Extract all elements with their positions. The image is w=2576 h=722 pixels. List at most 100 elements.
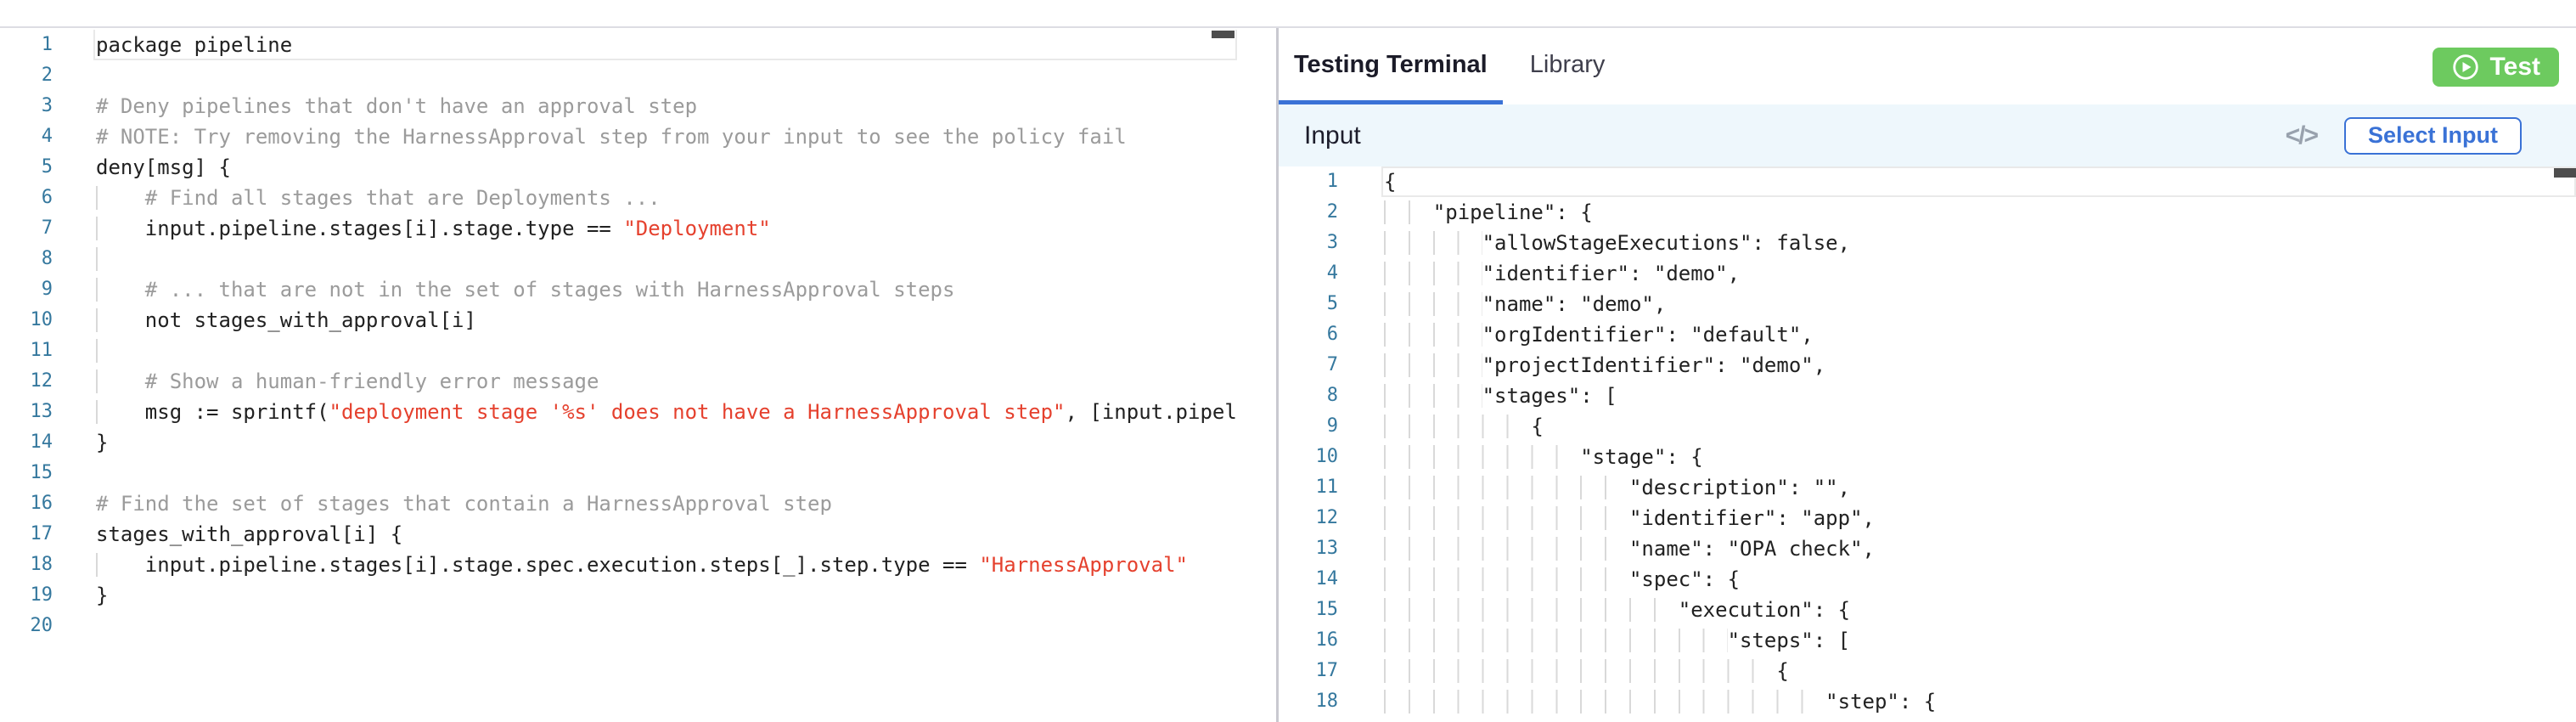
code-line[interactable]: 17 { — [1279, 656, 2576, 686]
token-code: } — [96, 584, 108, 607]
line-number: 11 — [0, 336, 53, 366]
token-comment: # ... that are not in the set of stages … — [145, 278, 955, 302]
line-number: 10 — [0, 305, 53, 336]
code-line[interactable]: 18 input.pipeline.stages[i].stage.spec.e… — [0, 550, 1237, 580]
code-line[interactable]: 9 # ... that are not in the set of stage… — [0, 274, 1237, 305]
code-line[interactable]: 16 "steps": [ — [1279, 625, 2576, 656]
code-text: "pipeline": { — [1338, 197, 2576, 228]
line-number: 1 — [0, 30, 53, 60]
code-line[interactable]: 13 msg := sprintf("deployment stage '%s'… — [0, 397, 1237, 427]
token-code: { — [1531, 415, 1543, 438]
select-input-button[interactable]: Select Input — [2344, 117, 2522, 155]
code-line[interactable]: 12 "identifier": "app", — [1279, 503, 2576, 533]
code-line[interactable]: 15 — [0, 458, 1237, 488]
code-line[interactable]: 14} — [0, 427, 1237, 458]
line-number: 16 — [1279, 625, 1338, 656]
overview-cursor-marker — [2554, 168, 2576, 178]
code-line[interactable]: 13 "name": "OPA check", — [1279, 533, 2576, 564]
code-line[interactable]: 19} — [0, 580, 1237, 611]
code-icon[interactable]: </> — [2286, 121, 2317, 150]
indent-guides — [1384, 200, 1433, 224]
code-line[interactable]: 5 "name": "demo", — [1279, 289, 2576, 319]
indent-guides — [1384, 384, 1482, 408]
code-text: "step": { — [1338, 686, 2576, 717]
code-text — [53, 336, 1237, 366]
code-line[interactable]: 17stages_with_approval[i] { — [0, 519, 1237, 550]
code-line[interactable]: 3 "allowStageExecutions": false, — [1279, 228, 2576, 258]
token-code: input.pipeline.stages[i].stage.spec.exec… — [145, 553, 980, 577]
code-line[interactable]: 4# NOTE: Try removing the HarnessApprova… — [0, 121, 1237, 152]
token-code: "orgIdentifier": "default", — [1482, 323, 1814, 347]
policy-editor-pane: 1package pipeline23# Deny pipelines that… — [0, 30, 1276, 722]
token-code: , [input.pipel — [1066, 400, 1237, 424]
indent-guides — [1384, 323, 1482, 347]
token-code: { — [1776, 659, 1788, 683]
indent-guides — [1384, 567, 1629, 591]
indent-guides — [1384, 353, 1482, 377]
code-line[interactable]: 14 "spec": { — [1279, 564, 2576, 595]
line-number: 9 — [0, 274, 53, 305]
code-text — [53, 611, 1237, 641]
token-code: "allowStageExecutions": false, — [1482, 231, 1850, 255]
line-number: 15 — [0, 458, 53, 488]
token-code: "steps": [ — [1728, 629, 1851, 652]
code-line[interactable]: 5deny[msg] { — [0, 152, 1237, 183]
indent-guides — [1384, 231, 1482, 255]
code-line[interactable]: 3# Deny pipelines that don't have an app… — [0, 91, 1237, 121]
code-line[interactable]: 1package pipeline — [0, 30, 1237, 60]
line-number: 12 — [0, 366, 53, 397]
line-number: 8 — [0, 244, 53, 274]
code-line[interactable]: 9 { — [1279, 411, 2576, 442]
line-number: 3 — [1279, 228, 1338, 258]
code-text: # Find the set of stages that contain a … — [53, 488, 1237, 519]
code-line[interactable]: 7 "projectIdentifier": "demo", — [1279, 350, 2576, 381]
code-text: { — [1338, 166, 2576, 197]
token-code: "stages": [ — [1482, 384, 1617, 408]
token-string: "HarnessApproval" — [979, 553, 1188, 577]
token-code: "name": "OPA check", — [1629, 537, 1875, 561]
line-number: 3 — [0, 91, 53, 121]
code-line[interactable]: 20 — [0, 611, 1237, 641]
indent-guides — [1384, 292, 1482, 316]
line-number: 16 — [0, 488, 53, 519]
code-line[interactable]: 4 "identifier": "demo", — [1279, 258, 2576, 289]
code-text: msg := sprintf("deployment stage '%s' do… — [53, 397, 1237, 427]
code-line[interactable]: 1{ — [1279, 166, 2576, 197]
code-line[interactable]: 18 "step": { — [1279, 686, 2576, 717]
indent-guides — [96, 369, 145, 393]
token-code: "stage": { — [1580, 445, 1703, 469]
code-line[interactable]: 8 — [0, 244, 1237, 274]
code-line[interactable]: 11 "description": "", — [1279, 472, 2576, 503]
code-line[interactable]: 7 input.pipeline.stages[i].stage.type ==… — [0, 213, 1237, 244]
code-text: # NOTE: Try removing the HarnessApproval… — [53, 121, 1237, 152]
line-number: 15 — [1279, 595, 1338, 625]
code-line[interactable]: 2 — [0, 60, 1237, 91]
line-number: 20 — [0, 611, 53, 641]
line-number: 8 — [1279, 381, 1338, 411]
line-number: 7 — [0, 213, 53, 244]
test-button[interactable]: Test — [2433, 48, 2559, 87]
code-line[interactable]: 8 "stages": [ — [1279, 381, 2576, 411]
tab-testing-terminal[interactable]: Testing Terminal — [1279, 30, 1503, 104]
token-code: "step": { — [1825, 690, 1936, 714]
code-line[interactable]: 12 # Show a human-friendly error message — [0, 366, 1237, 397]
code-line[interactable]: 10 not stages_with_approval[i] — [0, 305, 1237, 336]
code-text: "description": "", — [1338, 472, 2576, 503]
rego-policy-editor[interactable]: 1package pipeline23# Deny pipelines that… — [0, 30, 1237, 641]
policy-studio: 1package pipeline23# Deny pipelines that… — [0, 0, 2576, 722]
token-code: input.pipeline.stages[i].stage.type == — [145, 217, 624, 240]
token-code: "name": "demo", — [1482, 292, 1667, 316]
code-line[interactable]: 16 # Find the set of stages that contain … — [0, 488, 1237, 519]
input-json-editor[interactable]: 1{2 "pipeline": {3 "allowStageExecutions… — [1279, 166, 2576, 722]
code-line[interactable]: 6 "orgIdentifier": "default", — [1279, 319, 2576, 350]
line-number: 17 — [1279, 656, 1338, 686]
indent-guides — [96, 186, 145, 210]
tab-library[interactable]: Library — [1515, 30, 1621, 104]
code-line[interactable]: 2 "pipeline": { — [1279, 197, 2576, 228]
indent-guides — [96, 308, 145, 332]
code-line[interactable]: 11 — [0, 336, 1237, 366]
token-comment: # Find the set of stages that contain a … — [96, 492, 832, 516]
code-line[interactable]: 6 # Find all stages that are Deployments… — [0, 183, 1237, 213]
code-line[interactable]: 15 "execution": { — [1279, 595, 2576, 625]
code-line[interactable]: 10 "stage": { — [1279, 442, 2576, 472]
